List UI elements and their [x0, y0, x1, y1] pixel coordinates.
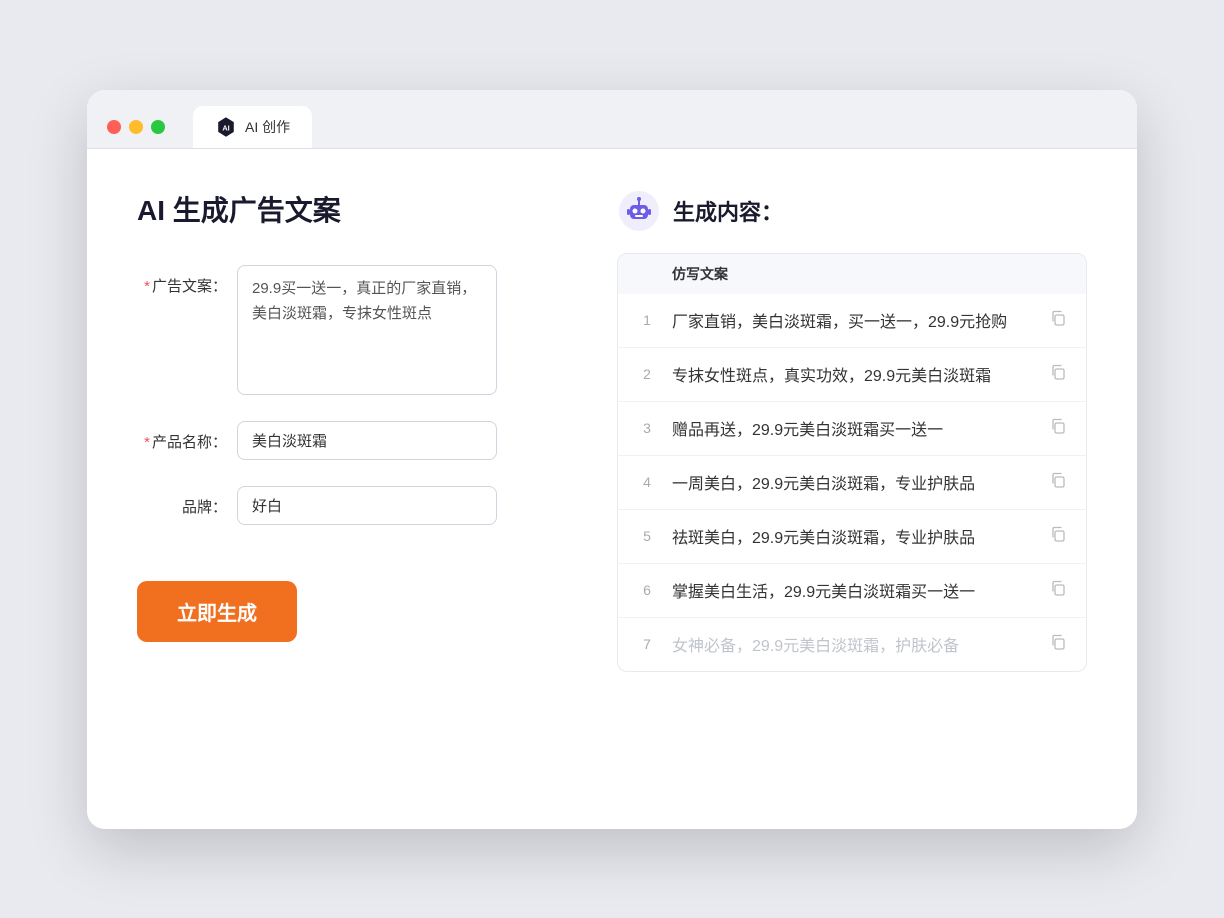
row-number: 4 [632, 474, 662, 490]
close-button[interactable] [107, 120, 121, 134]
main-layout: AI 生成广告文案 *广告文案： 29.9买一送一，真正的厂家直销，美白淡斑霜，… [137, 189, 1087, 672]
svg-text:AI: AI [222, 123, 229, 132]
result-title: 生成内容： [673, 195, 783, 227]
page-title: AI 生成广告文案 [137, 189, 557, 229]
result-row: 5 祛斑美白，29.9元美白淡斑霜，专业护肤品 [618, 510, 1086, 564]
row-number: 6 [632, 582, 662, 598]
result-column-header: 仿写文案 [618, 254, 1086, 294]
ai-tab-icon: AI [215, 116, 237, 138]
row-number: 7 [632, 636, 662, 652]
copy-icon[interactable] [1044, 414, 1072, 443]
row-text: 专抹女性斑点，真实功效，29.9元美白淡斑霜 [672, 362, 1034, 386]
brand-input[interactable] [237, 486, 497, 525]
copy-icon[interactable] [1044, 522, 1072, 551]
row-number: 1 [632, 312, 662, 328]
brand-group: 品牌： [137, 486, 557, 525]
row-text: 祛斑美白，29.9元美白淡斑霜，专业护肤品 [672, 524, 1034, 548]
tab-label: AI 创作 [245, 117, 290, 137]
traffic-lights [107, 120, 165, 134]
copy-icon[interactable] [1044, 576, 1072, 605]
row-text: 女神必备，29.9元美白淡斑霜，护肤必备 [672, 632, 1034, 656]
copy-icon[interactable] [1044, 360, 1072, 389]
minimize-button[interactable] [129, 120, 143, 134]
copy-icon[interactable] [1044, 468, 1072, 497]
result-rows: 1 厂家直销，美白淡斑霜，买一送一，29.9元抢购 2 专抹女性斑点，真实功效，… [618, 294, 1086, 671]
result-row: 3 赠品再送，29.9元美白淡斑霜买一送一 [618, 402, 1086, 456]
row-number: 2 [632, 366, 662, 382]
row-number: 3 [632, 420, 662, 436]
row-text: 一周美白，29.9元美白淡斑霜，专业护肤品 [672, 470, 1034, 494]
result-header: 生成内容： [617, 189, 1087, 233]
browser-window: AI AI 创作 AI 生成广告文案 *广告文案： 29.9买一送一，真正的厂家… [87, 90, 1137, 829]
ad-copy-group: *广告文案： 29.9买一送一，真正的厂家直销，美白淡斑霜，专抹女性斑点 [137, 265, 557, 395]
row-text: 赠品再送，29.9元美白淡斑霜买一送一 [672, 416, 1034, 440]
result-row: 6 掌握美白生活，29.9元美白淡斑霜买一送一 [618, 564, 1086, 618]
ad-copy-textarea[interactable]: 29.9买一送一，真正的厂家直销，美白淡斑霜，专抹女性斑点 [237, 265, 497, 395]
maximize-button[interactable] [151, 120, 165, 134]
result-content-area: 仿写文案 1 厂家直销，美白淡斑霜，买一送一，29.9元抢购 2 专抹女性斑点，… [617, 253, 1087, 672]
generate-button[interactable]: 立即生成 [137, 581, 297, 642]
browser-content: AI 生成广告文案 *广告文案： 29.9买一送一，真正的厂家直销，美白淡斑霜，… [87, 149, 1137, 829]
copy-icon[interactable] [1044, 630, 1072, 659]
row-number: 5 [632, 528, 662, 544]
result-row: 2 专抹女性斑点，真实功效，29.9元美白淡斑霜 [618, 348, 1086, 402]
result-row: 1 厂家直销，美白淡斑霜，买一送一，29.9元抢购 [618, 294, 1086, 348]
ad-copy-label: *广告文案： [137, 265, 227, 296]
left-panel: AI 生成广告文案 *广告文案： 29.9买一送一，真正的厂家直销，美白淡斑霜，… [137, 189, 557, 672]
robot-icon [617, 189, 661, 233]
required-star-2: * [144, 434, 150, 451]
copy-icon[interactable] [1044, 306, 1072, 335]
product-name-label: *产品名称： [137, 421, 227, 452]
browser-titlebar: AI AI 创作 [87, 90, 1137, 149]
brand-label: 品牌： [137, 486, 227, 517]
row-text: 厂家直销，美白淡斑霜，买一送一，29.9元抢购 [672, 308, 1034, 332]
row-text: 掌握美白生活，29.9元美白淡斑霜买一送一 [672, 578, 1034, 602]
browser-tab[interactable]: AI AI 创作 [193, 106, 312, 148]
result-row: 7 女神必备，29.9元美白淡斑霜，护肤必备 [618, 618, 1086, 671]
product-name-input[interactable] [237, 421, 497, 460]
right-panel: 生成内容： 仿写文案 1 厂家直销，美白淡斑霜，买一送一，29.9元抢购 2 专… [617, 189, 1087, 672]
result-row: 4 一周美白，29.9元美白淡斑霜，专业护肤品 [618, 456, 1086, 510]
required-star: * [144, 278, 150, 295]
product-name-group: *产品名称： [137, 421, 557, 460]
